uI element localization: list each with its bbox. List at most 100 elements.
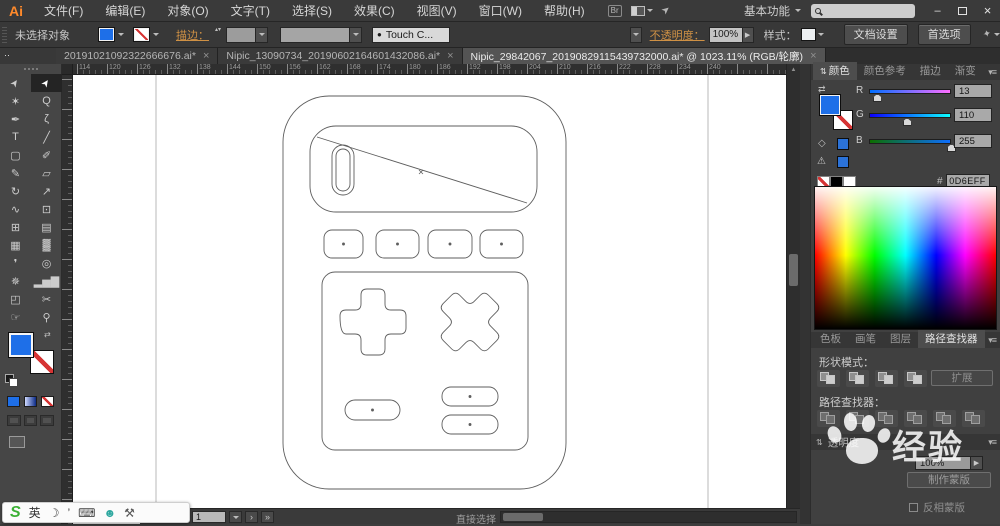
unite-icon[interactable]	[817, 370, 840, 387]
rectangle-tool[interactable]: ▢	[0, 146, 31, 164]
slice-tool[interactable]: ✂	[31, 290, 62, 308]
tab-overflow-icon[interactable]: »	[792, 49, 798, 61]
magic-wand-tool[interactable]: ✶	[0, 92, 31, 110]
stroke-dropdown[interactable]	[151, 27, 160, 42]
screen-mode-button[interactable]	[9, 436, 25, 448]
none-mode-button[interactable]	[41, 396, 54, 407]
swap-fill-stroke-icon[interactable]: ⇄	[44, 330, 51, 339]
tab-close-icon[interactable]: ×	[810, 50, 816, 62]
punctuation-icon[interactable]: ’	[67, 507, 70, 519]
channel-slider-G[interactable]	[869, 113, 951, 118]
eraser-tool[interactable]: ▱	[31, 164, 62, 182]
restore-button[interactable]	[950, 2, 975, 20]
canvas[interactable]: 114 120 126 132 138 144 150 156 162 168 174 180 186 1…	[62, 64, 786, 524]
paintbrush-tool[interactable]: ✐	[31, 146, 62, 164]
crop-icon[interactable]	[904, 410, 927, 427]
menu-item[interactable]: 选择(S)	[281, 2, 343, 19]
next-artboard-button[interactable]: ›	[245, 510, 258, 523]
brush-dropdown-button[interactable]	[629, 26, 642, 43]
symbol-sprayer-tool[interactable]: ✵	[0, 272, 31, 290]
arrange-documents-icon[interactable]	[630, 5, 653, 16]
profile-icon[interactable]: ☻	[103, 507, 116, 519]
dock-grip[interactable]	[0, 64, 61, 74]
rotate-tool[interactable]: ↻	[0, 182, 31, 200]
stroke-color-swatch[interactable]	[133, 27, 150, 42]
channel-slider-R[interactable]	[869, 89, 951, 94]
selection-tool[interactable]: ➤	[0, 74, 31, 92]
vertical-scrollbar[interactable]: ▲	[786, 64, 800, 508]
menu-item[interactable]: 视图(V)	[406, 2, 468, 19]
invert-mask-checkbox[interactable]	[909, 503, 918, 512]
style-dropdown[interactable]	[817, 27, 826, 42]
dock-divider[interactable]	[800, 64, 810, 524]
slider-thumb[interactable]	[872, 94, 882, 102]
document-setup-button[interactable]: 文档设置	[843, 24, 908, 45]
minus-back-icon[interactable]	[962, 410, 985, 427]
free-transform-tool[interactable]: ⊡	[31, 200, 62, 218]
menu-item[interactable]: 效果(C)	[343, 2, 406, 19]
document-tab[interactable]: Nipic_29842067_20190829115439732000.ai* …	[462, 48, 826, 64]
color-mode-button[interactable]	[7, 396, 20, 407]
menu-item[interactable]: 对象(O)	[156, 2, 219, 19]
curvature-tool[interactable]: ζ	[31, 110, 62, 128]
artboard-tool[interactable]: ◰	[0, 290, 31, 308]
calculator-drawing[interactable]	[62, 64, 786, 524]
channel-value-field[interactable]: 255	[954, 134, 992, 148]
panel-tab-2[interactable]: 图层	[883, 330, 918, 348]
scale-tool[interactable]: ↗	[31, 182, 62, 200]
tool-dock-header[interactable]: ‥	[0, 48, 56, 64]
eyedropper-tool[interactable]: ❜	[0, 254, 31, 272]
type-tool[interactable]: T	[0, 128, 31, 146]
draw-behind-button[interactable]	[23, 415, 38, 426]
opacity-field[interactable]: 100%	[708, 26, 743, 43]
zoom-tool[interactable]: ⚲	[31, 308, 62, 326]
moon-icon[interactable]: ☽	[49, 507, 60, 519]
merge-icon[interactable]	[875, 410, 898, 427]
fill-color-swatch[interactable]	[98, 27, 115, 42]
panel-grip[interactable]	[2, 26, 7, 43]
channel-value-field[interactable]: 13	[954, 84, 992, 98]
trim-icon[interactable]	[846, 410, 869, 427]
panel-menu-icon[interactable]: ▾≡	[988, 335, 997, 346]
color-tab-2[interactable]: 描边	[913, 62, 948, 80]
width-tool[interactable]: ∿	[0, 200, 31, 218]
vertical-ruler[interactable]	[62, 75, 73, 524]
in-gamut-color-swatch[interactable]	[837, 156, 849, 168]
minus-front-icon[interactable]	[846, 370, 869, 387]
scroll-up-icon[interactable]: ▲	[787, 64, 800, 76]
line-segment-tool[interactable]: ╱	[31, 128, 62, 146]
color-spectrum-picker[interactable]	[814, 186, 997, 330]
lasso-tool[interactable]: Q	[31, 92, 62, 110]
stroke-weight-link[interactable]: 描边：	[176, 27, 209, 43]
document-tab[interactable]: 20191021092322666676.ai* ×	[56, 48, 219, 64]
color-tab-0[interactable]: ⇅ 颜色	[813, 62, 857, 80]
direct-selection-tool[interactable]: ➤	[31, 74, 62, 92]
column-graph-tool[interactable]: ▂▅▇	[31, 272, 62, 290]
opacity-dropdown-button[interactable]: ▶	[742, 26, 754, 43]
menu-item[interactable]: 文字(T)	[220, 2, 281, 19]
tab-close-icon[interactable]: ×	[203, 50, 209, 62]
outline-icon[interactable]	[933, 410, 956, 427]
brush-definition-dropdown[interactable]: ● Touch C...	[372, 26, 450, 43]
style-swatch[interactable]	[800, 28, 816, 41]
expand-button[interactable]: 扩展	[931, 370, 993, 386]
hand-tool[interactable]: ☞	[0, 308, 31, 326]
menu-item[interactable]: 帮助(H)	[533, 2, 596, 19]
gpu-performance-icon[interactable]: ➤	[659, 4, 672, 18]
document-tab[interactable]: Nipic_13090734_20190602164601432086.ai* ×	[218, 48, 463, 64]
panel-fill-swatch[interactable]	[819, 94, 841, 116]
intersect-icon[interactable]	[875, 370, 898, 387]
last-artboard-button[interactable]: »	[261, 510, 274, 523]
variable-width-dropdown[interactable]	[280, 26, 362, 43]
transparency-opacity-dropdown[interactable]: ▶	[971, 456, 983, 470]
search-input[interactable]	[825, 5, 905, 16]
minimize-button[interactable]: –	[925, 2, 950, 20]
exclude-icon[interactable]	[904, 370, 927, 387]
panel-tab-0[interactable]: 色板	[813, 330, 848, 348]
preferences-button[interactable]: 首选项	[917, 24, 971, 45]
draw-inside-button[interactable]	[40, 415, 55, 426]
horizontal-scrollbar[interactable]: ▶◀	[500, 511, 797, 523]
panel-tab-3[interactable]: 路径查找器	[918, 330, 985, 348]
transparency-opacity-field[interactable]: 100%	[915, 456, 971, 470]
perspective-grid-tool[interactable]: ▤	[31, 218, 62, 236]
